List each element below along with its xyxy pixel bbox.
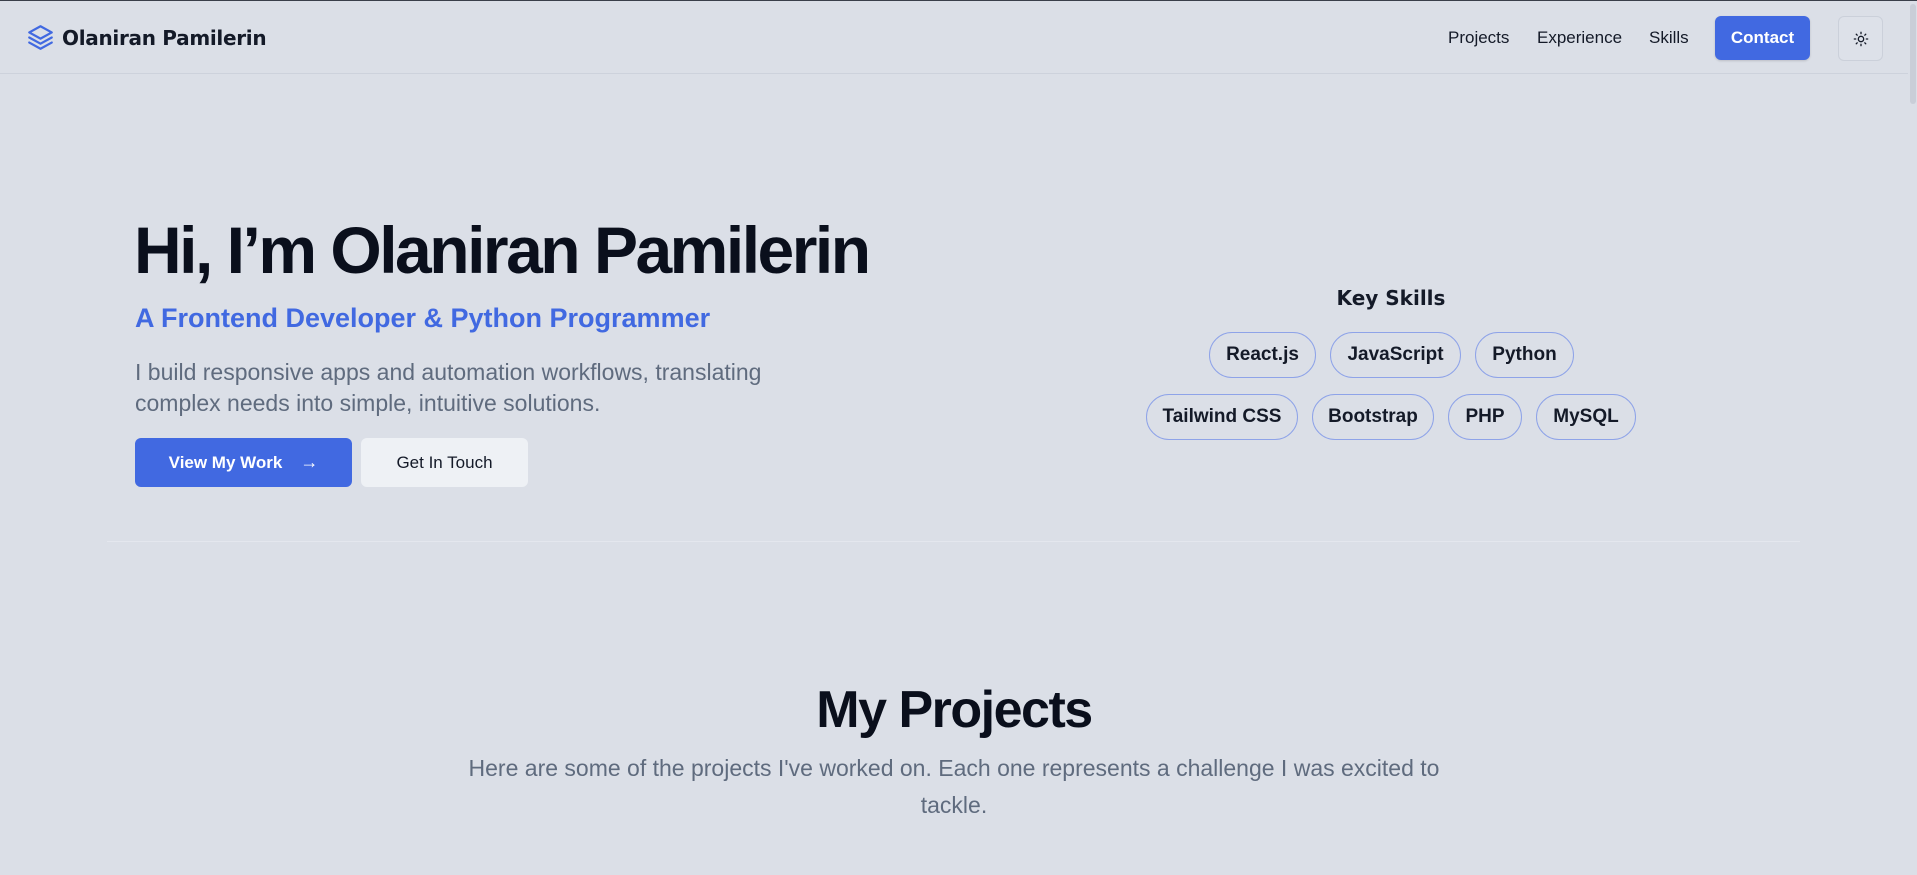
skill-pill-php: PHP [1448,394,1522,440]
nav-projects[interactable]: Projects [1448,28,1509,48]
contact-button[interactable]: Contact [1715,16,1810,60]
layers-icon [28,25,53,50]
skill-pill-mysql: MySQL [1536,394,1636,440]
arrow-right-icon: → [300,452,319,472]
view-my-work-button[interactable]: View My Work → [135,438,352,487]
get-in-touch-button[interactable]: Get In Touch [361,438,528,487]
skill-pill-react: React.js [1209,332,1316,378]
key-skills-title: Key Skills [1336,286,1446,310]
scrollbar-track[interactable] [1908,1,1917,875]
skill-pill-tailwind: Tailwind CSS [1146,394,1298,440]
site-header: Olaniran Pamilerin Projects Experience S… [0,1,1917,74]
hero-subtitle: A Frontend Developer & Python Programmer [135,303,711,333]
projects-title: My Projects [816,681,1093,739]
nav-skills[interactable]: Skills [1649,28,1689,48]
projects-description: Here are some of the projects I've worke… [468,755,1440,818]
section-divider [107,541,1800,542]
theme-toggle-button[interactable] [1838,16,1883,61]
skill-pill-python: Python [1475,332,1574,378]
brand[interactable]: Olaniran Pamilerin [27,24,267,51]
hero-description: I build responsive apps and automation w… [135,359,762,416]
view-my-work-label: View My Work [168,452,283,472]
hero-title: Hi, I’m Olaniran Pamilerin [134,213,871,287]
sun-icon [1853,31,1868,46]
skill-pill-javascript: JavaScript [1330,332,1461,378]
brand-name: Olaniran Pamilerin [62,25,267,50]
nav-experience[interactable]: Experience [1537,28,1622,48]
scrollbar-thumb[interactable] [1910,4,1916,104]
skill-pill-bootstrap: Bootstrap [1312,394,1434,440]
